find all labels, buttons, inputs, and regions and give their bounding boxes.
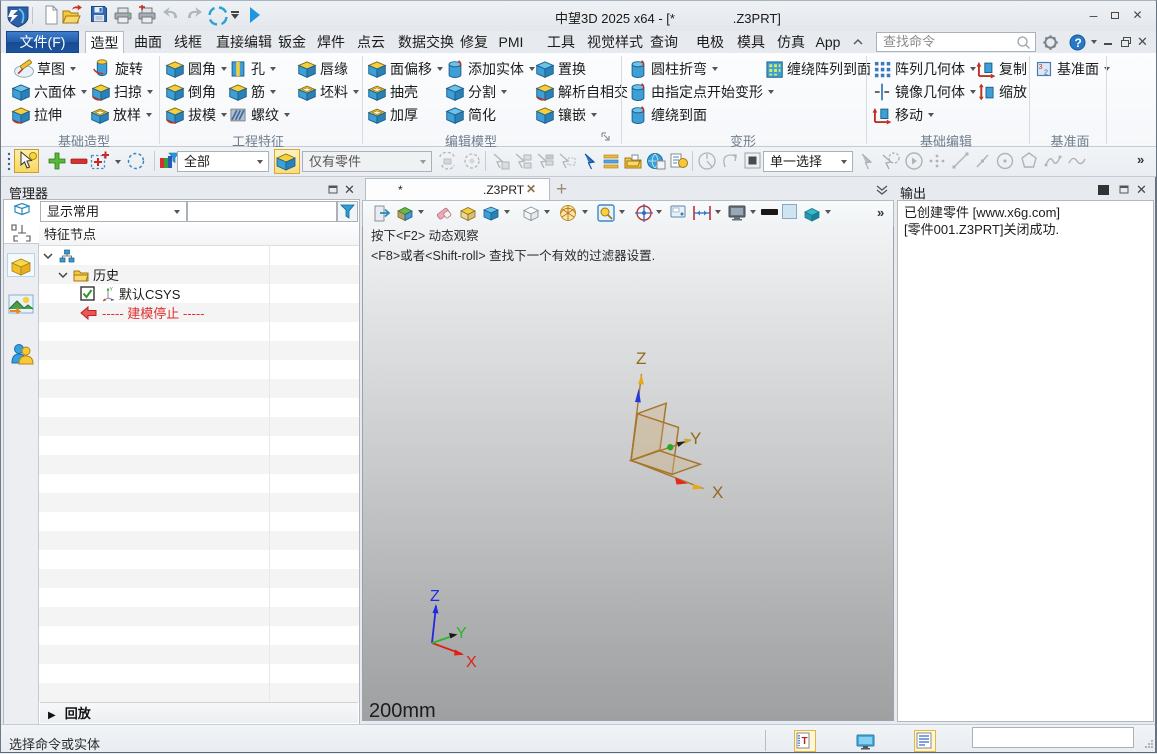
svg-text:Z: Z (430, 588, 440, 605)
svg-text:Z: Z (636, 349, 646, 368)
svg-text:T: T (802, 736, 808, 747)
svg-text:X: X (466, 654, 477, 671)
svg-text:Y: Y (456, 625, 467, 642)
svg-text:Y: Y (690, 429, 701, 448)
svg-text:?: ? (1075, 36, 1082, 50)
svg-text:X: X (712, 483, 723, 502)
